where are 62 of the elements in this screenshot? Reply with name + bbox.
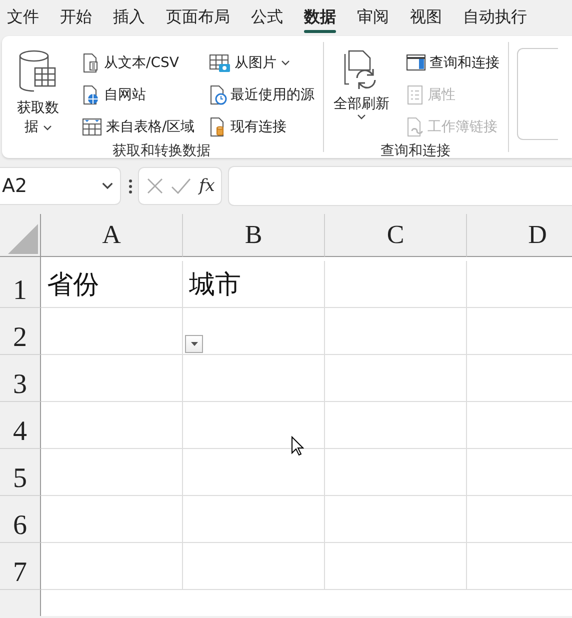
caret-icon bbox=[190, 342, 198, 346]
group-label: 查询和连接 bbox=[380, 142, 452, 158]
ribbon-button[interactable]: 来自表格/区域 bbox=[80, 112, 197, 142]
table-camera-icon bbox=[208, 53, 231, 73]
file-globe-icon bbox=[82, 85, 100, 105]
menu-tab[interactable]: 开始 bbox=[60, 0, 92, 34]
sheet-cell[interactable] bbox=[41, 449, 183, 496]
menu-tab[interactable]: 文件 bbox=[7, 0, 39, 34]
ribbon-large-button[interactable]: 全部刷新 bbox=[330, 48, 394, 142]
ribbon-button[interactable]: 从文本/CSV bbox=[80, 48, 197, 78]
ribbon-button[interactable] bbox=[516, 48, 558, 140]
menu-tab[interactable]: 数据 bbox=[304, 0, 336, 34]
group-label: 获取和转换数据 bbox=[111, 142, 212, 158]
properties-icon bbox=[406, 85, 424, 105]
sheet-cell[interactable]: 城市 bbox=[183, 261, 325, 308]
sheet-cell[interactable]: 省份 bbox=[41, 261, 183, 308]
sheet-cell[interactable] bbox=[325, 308, 467, 355]
sheet-cell[interactable] bbox=[183, 496, 325, 543]
ribbon-button[interactable]: 从图片 bbox=[206, 48, 317, 78]
sheet-cell[interactable] bbox=[41, 402, 183, 449]
sheet-cell[interactable] bbox=[325, 496, 467, 543]
ribbon-button[interactable]: 现有连接 bbox=[206, 112, 317, 142]
menu-tab[interactable]: 自动执行 bbox=[463, 0, 527, 34]
sheet-cell[interactable] bbox=[41, 355, 183, 402]
table-icon bbox=[82, 117, 102, 137]
sheet-cell[interactable] bbox=[183, 543, 325, 590]
sheet-cell[interactable] bbox=[183, 355, 325, 402]
sheet-cell[interactable] bbox=[325, 355, 467, 402]
ribbon-button[interactable]: 自网站 bbox=[80, 80, 197, 110]
check-icon[interactable] bbox=[171, 178, 191, 194]
menu-tab[interactable]: 视图 bbox=[410, 0, 442, 34]
ribbon-large-button[interactable]: 获取数据 bbox=[6, 48, 70, 142]
sheet-cell[interactable] bbox=[325, 261, 467, 308]
cancel-icon[interactable] bbox=[147, 178, 163, 194]
file-clock-icon bbox=[208, 85, 227, 105]
menu-tab[interactable]: 审阅 bbox=[357, 0, 389, 34]
ribbon-button[interactable]: 查询和连接 bbox=[404, 48, 502, 78]
ribbon-button[interactable]: 最近使用的源 bbox=[206, 80, 317, 110]
mouse-pointer-icon bbox=[291, 436, 304, 456]
sheet-cell[interactable] bbox=[325, 543, 467, 590]
sheet-cell[interactable] bbox=[41, 308, 183, 355]
drag-handle-icon[interactable] bbox=[129, 178, 132, 194]
sheet-cell[interactable] bbox=[41, 496, 183, 543]
formula-input[interactable] bbox=[228, 166, 572, 206]
menu-tab[interactable]: 插入 bbox=[113, 0, 145, 34]
menu-tab[interactable]: 页面布局 bbox=[166, 0, 230, 34]
cell-dropdown-button[interactable] bbox=[185, 335, 203, 353]
column-header[interactable]: C bbox=[325, 214, 467, 257]
sheet-cell[interactable] bbox=[325, 402, 467, 449]
panel-icon bbox=[406, 54, 426, 72]
sheet-cell[interactable] bbox=[183, 308, 325, 355]
column-header[interactable]: D bbox=[467, 214, 572, 257]
text-file-icon bbox=[82, 53, 100, 73]
column-header[interactable]: B bbox=[183, 214, 325, 257]
sheet-cell[interactable] bbox=[325, 449, 467, 496]
insert-function-button[interactable]: fx bbox=[199, 176, 215, 196]
file-link-icon bbox=[406, 117, 424, 137]
sheet-cell[interactable] bbox=[41, 543, 183, 590]
chevron-down-icon bbox=[101, 182, 114, 190]
name-box[interactable]: A2 bbox=[0, 167, 121, 205]
menu-tab[interactable]: 公式 bbox=[251, 0, 283, 34]
column-header[interactable]: A bbox=[41, 214, 183, 257]
